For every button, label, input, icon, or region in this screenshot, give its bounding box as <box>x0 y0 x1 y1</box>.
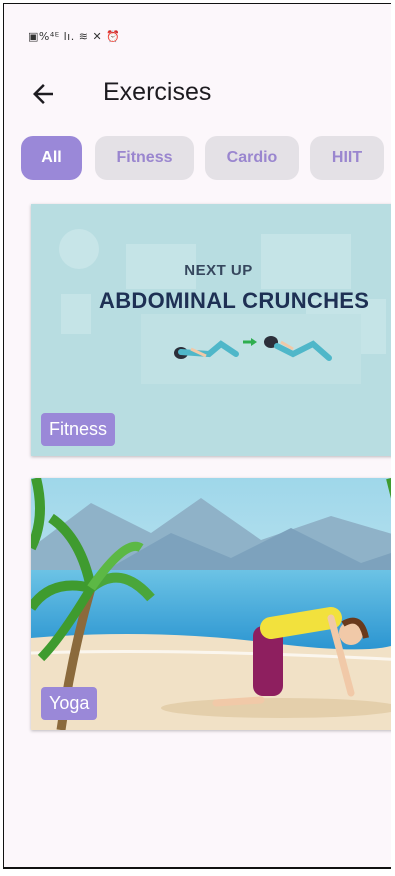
chip-all[interactable]: All <box>21 136 82 180</box>
arrow-back-icon[interactable] <box>28 79 58 109</box>
banner-title: ABDOMINAL CRUNCHES <box>99 288 370 313</box>
exercise-card[interactable]: Yoga <box>31 478 391 730</box>
category-tag: Fitness <box>41 413 116 446</box>
chip-cardio[interactable]: Cardio <box>205 136 299 180</box>
exercise-card[interactable]: NEXT UP ABDOMINAL CRUNCHES Fitness <box>31 204 391 456</box>
chip-fitness[interactable]: Fitness <box>95 136 194 180</box>
status-bar: ▣%⁴ᴱ lı. ≋ ✕ ⏰ <box>28 30 121 43</box>
banner-kicker: NEXT UP <box>184 262 253 279</box>
page-title: Exercises <box>103 78 212 106</box>
app-bar: Exercises <box>4 72 391 116</box>
category-tag: Yoga <box>41 687 98 720</box>
exercises-screen: ▣%⁴ᴱ lı. ≋ ✕ ⏰ Exercises All Fitness Car… <box>3 3 391 869</box>
filter-chips: All Fitness Cardio HIIT <box>21 136 391 186</box>
chip-hiit[interactable]: HIIT <box>310 136 384 180</box>
